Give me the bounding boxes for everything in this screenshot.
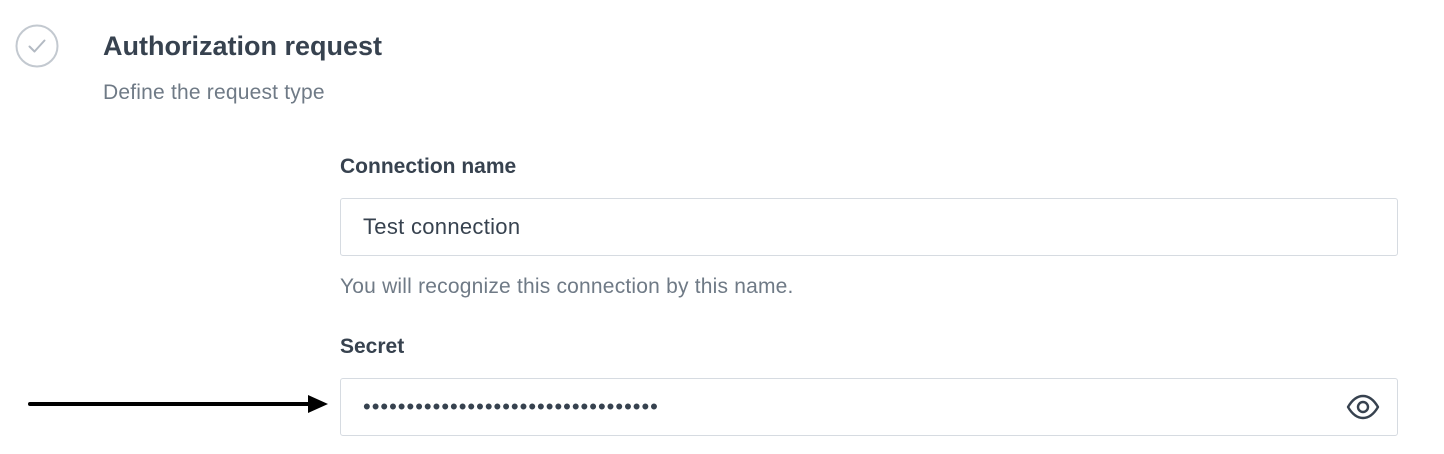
show-secret-button[interactable]: [1345, 392, 1381, 422]
connection-name-field: [340, 198, 1398, 256]
secret-field: [340, 378, 1398, 436]
arrow-right-icon: [28, 392, 332, 416]
secret-input[interactable]: [341, 379, 1397, 435]
section-subtitle: Define the request type: [103, 81, 325, 104]
connection-name-label: Connection name: [340, 155, 517, 178]
check-circle-icon: [15, 24, 59, 68]
section-title: Authorization request: [103, 31, 383, 61]
eye-icon: [1346, 394, 1380, 420]
connection-name-helper: You will recognize this connection by th…: [340, 275, 794, 298]
connection-name-input[interactable]: [341, 199, 1397, 255]
secret-label: Secret: [340, 335, 405, 358]
